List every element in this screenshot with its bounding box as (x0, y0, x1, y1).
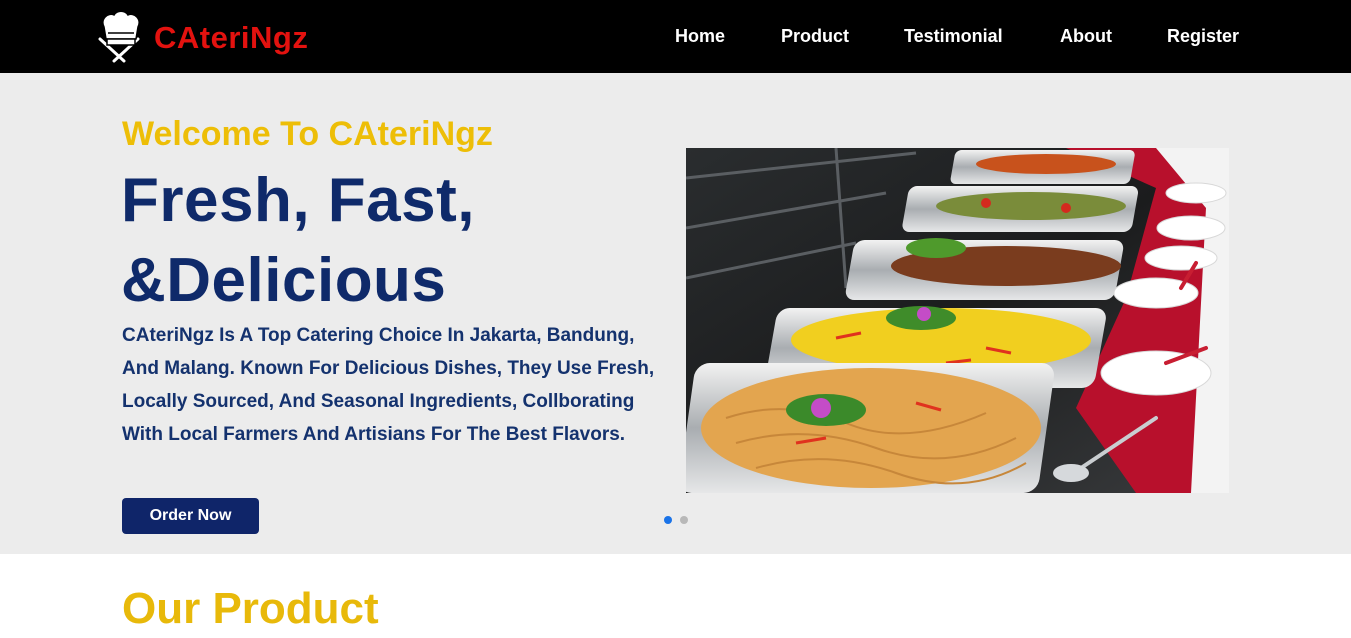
hero-description: CAteriNgz Is A Top Catering Choice In Ja… (122, 325, 655, 445)
carousel-dot-2[interactable] (680, 516, 688, 524)
nav-home[interactable]: Home (675, 25, 725, 47)
nav-product[interactable]: Product (781, 25, 849, 47)
navbar: CAteriNgz Home Product Testimonial About… (0, 0, 1351, 73)
hero-section: Welcome To CAteriNgz Fresh, Fast, &Delic… (0, 73, 1351, 554)
nav-testimonial[interactable]: Testimonial (904, 25, 1003, 47)
buffet-trays-photo (686, 148, 1229, 493)
hero-welcome: Welcome To CAteriNgz (122, 115, 493, 153)
nav-about[interactable]: About (1060, 25, 1112, 47)
hero-heading: Fresh, Fast, &Delicious (121, 166, 475, 315)
chef-hat-utensils-icon (98, 10, 140, 63)
nav-register[interactable]: Register (1167, 25, 1239, 47)
brand[interactable]: CAteriNgz (94, 9, 308, 65)
our-product-title: Our Product (122, 584, 379, 633)
order-now-button[interactable]: Order Now (122, 498, 259, 534)
brand-name: CAteriNgz (154, 19, 309, 55)
carousel-dot-1[interactable] (664, 516, 672, 524)
